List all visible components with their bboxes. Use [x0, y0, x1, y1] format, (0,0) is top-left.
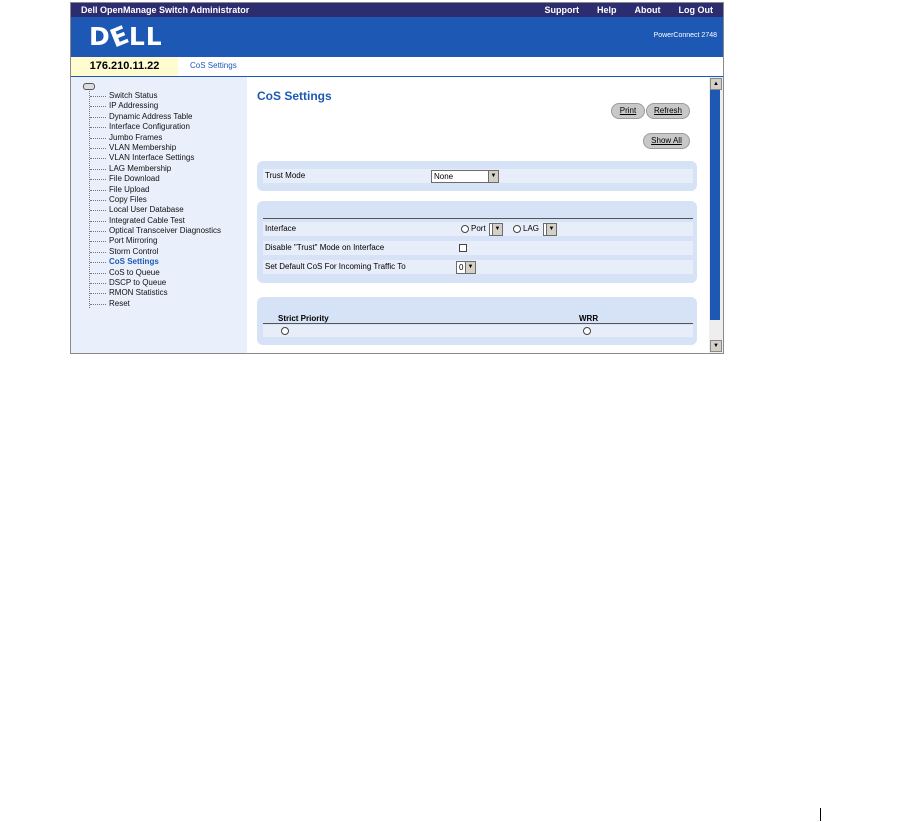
- scheduling-row: [263, 325, 693, 337]
- help-link[interactable]: Help: [597, 5, 617, 15]
- sidebar-item-port-mirroring[interactable]: Port Mirroring: [85, 236, 245, 246]
- trust-mode-value: None: [434, 172, 454, 181]
- print-button[interactable]: Print: [611, 103, 645, 119]
- refresh-button[interactable]: Refresh: [646, 103, 690, 119]
- default-cos-row: Set Default CoS For Incoming Traffic To …: [263, 260, 693, 274]
- strict-priority-label: Strict Priority: [278, 314, 329, 323]
- logout-link[interactable]: Log Out: [679, 5, 714, 15]
- lag-label: LAG: [523, 224, 540, 233]
- about-link[interactable]: About: [635, 5, 661, 15]
- sidebar-item-interface-configuration[interactable]: Interface Configuration: [85, 122, 245, 132]
- wrr-label: WRR: [579, 314, 599, 323]
- chevron-down-icon: ▼: [546, 224, 556, 235]
- sidebar-item-switch-status[interactable]: Switch Status: [85, 91, 245, 101]
- sidebar-item-rmon-statistics[interactable]: RMON Statistics: [85, 288, 245, 298]
- trust-mode-panel: Trust Mode None ▼: [257, 161, 697, 191]
- sidebar-item-integrated-cable-test[interactable]: Integrated Cable Test: [85, 216, 245, 226]
- scroll-down-icon[interactable]: ▼: [710, 340, 722, 352]
- sidebar-tree: Switch Status IP Addressing Dynamic Addr…: [85, 91, 245, 309]
- browser-screenshot: Dell OpenManage Switch Administrator Sup…: [70, 2, 724, 354]
- disable-trust-label: Disable "Trust" Mode on Interface: [265, 243, 385, 252]
- sidebar-item-storm-control[interactable]: Storm Control: [85, 247, 245, 257]
- sidebar-item-file-download[interactable]: File Download: [85, 174, 245, 184]
- brand-bar: DELL PowerConnect 2748: [71, 17, 723, 57]
- scroll-up-icon[interactable]: ▲: [710, 78, 722, 90]
- interface-label: Interface: [265, 224, 297, 233]
- panel-divider: [263, 218, 693, 219]
- sidebar-item-reset[interactable]: Reset: [85, 299, 245, 309]
- panel-divider: [263, 323, 693, 324]
- top-bar: Dell OpenManage Switch Administrator Sup…: [71, 3, 723, 17]
- support-link[interactable]: Support: [544, 5, 579, 15]
- trust-mode-row: Trust Mode None ▼: [263, 169, 693, 183]
- port-select[interactable]: ▼: [489, 223, 503, 236]
- trust-mode-label: Trust Mode: [265, 171, 306, 180]
- sidebar-item-ip-addressing[interactable]: IP Addressing: [85, 101, 245, 111]
- sidebar-item-dscp-to-queue[interactable]: DSCP to Queue: [85, 278, 245, 288]
- device-ip: 176.210.11.22: [71, 57, 178, 76]
- sidebar-item-cos-to-queue[interactable]: CoS to Queue: [85, 268, 245, 278]
- wrr-radio[interactable]: [583, 327, 591, 335]
- scheduling-panel: Strict Priority WRR: [257, 297, 697, 345]
- default-cos-value: 0: [459, 263, 464, 272]
- sidebar: Switch Status IP Addressing Dynamic Addr…: [71, 77, 247, 353]
- header-row: 176.210.11.22 CoS Settings: [71, 57, 723, 77]
- interface-row: Interface Port ▼ LAG ▼: [263, 222, 693, 236]
- disable-trust-checkbox[interactable]: [459, 244, 467, 252]
- chevron-down-icon: ▼: [492, 224, 502, 235]
- sidebar-item-local-user-database[interactable]: Local User Database: [85, 205, 245, 215]
- page-title: CoS Settings: [257, 89, 332, 103]
- scrollbar-thumb[interactable]: [710, 90, 720, 320]
- tree-root-icon[interactable]: [83, 83, 95, 90]
- default-cos-select[interactable]: 0 ▼: [456, 261, 476, 274]
- port-radio[interactable]: [461, 225, 469, 233]
- breadcrumb[interactable]: CoS Settings: [190, 61, 237, 70]
- sidebar-item-copy-files[interactable]: Copy Files: [85, 195, 245, 205]
- port-label: Port: [471, 224, 486, 233]
- strict-priority-radio[interactable]: [281, 327, 289, 335]
- default-cos-label: Set Default CoS For Incoming Traffic To: [265, 262, 406, 271]
- sidebar-item-dynamic-address-table[interactable]: Dynamic Address Table: [85, 112, 245, 122]
- chevron-down-icon: ▼: [488, 171, 498, 182]
- trust-mode-select[interactable]: None ▼: [431, 170, 499, 183]
- sidebar-item-cos-settings[interactable]: CoS Settings: [85, 257, 245, 267]
- sidebar-item-lag-membership[interactable]: LAG Membership: [85, 164, 245, 174]
- show-all-button[interactable]: Show All: [643, 133, 690, 149]
- sidebar-item-vlan-membership[interactable]: VLAN Membership: [85, 143, 245, 153]
- disable-trust-row: Disable "Trust" Mode on Interface: [263, 241, 693, 255]
- sidebar-item-file-upload[interactable]: File Upload: [85, 185, 245, 195]
- lag-radio[interactable]: [513, 225, 521, 233]
- vertical-scrollbar[interactable]: ▲ ▼: [709, 77, 723, 353]
- sidebar-item-jumbo-frames[interactable]: Jumbo Frames: [85, 133, 245, 143]
- sidebar-item-vlan-interface-settings[interactable]: VLAN Interface Settings: [85, 153, 245, 163]
- app-title: Dell OpenManage Switch Administrator: [81, 5, 250, 15]
- page-margin-rule: [820, 808, 821, 821]
- model-name: PowerConnect 2748: [653, 32, 717, 39]
- dell-logo: DELL: [89, 19, 163, 54]
- lag-select[interactable]: ▼: [543, 223, 557, 236]
- interface-panel: Interface Port ▼ LAG ▼ Disable "Trust" M…: [257, 201, 697, 283]
- top-nav: Support Help About Log Out: [544, 5, 713, 15]
- chevron-down-icon: ▼: [465, 262, 475, 273]
- sidebar-item-optical-transceiver-diagnostics[interactable]: Optical Transceiver Diagnostics: [85, 226, 245, 236]
- main-content: CoS Settings Print Refresh Show All Trus…: [247, 77, 709, 353]
